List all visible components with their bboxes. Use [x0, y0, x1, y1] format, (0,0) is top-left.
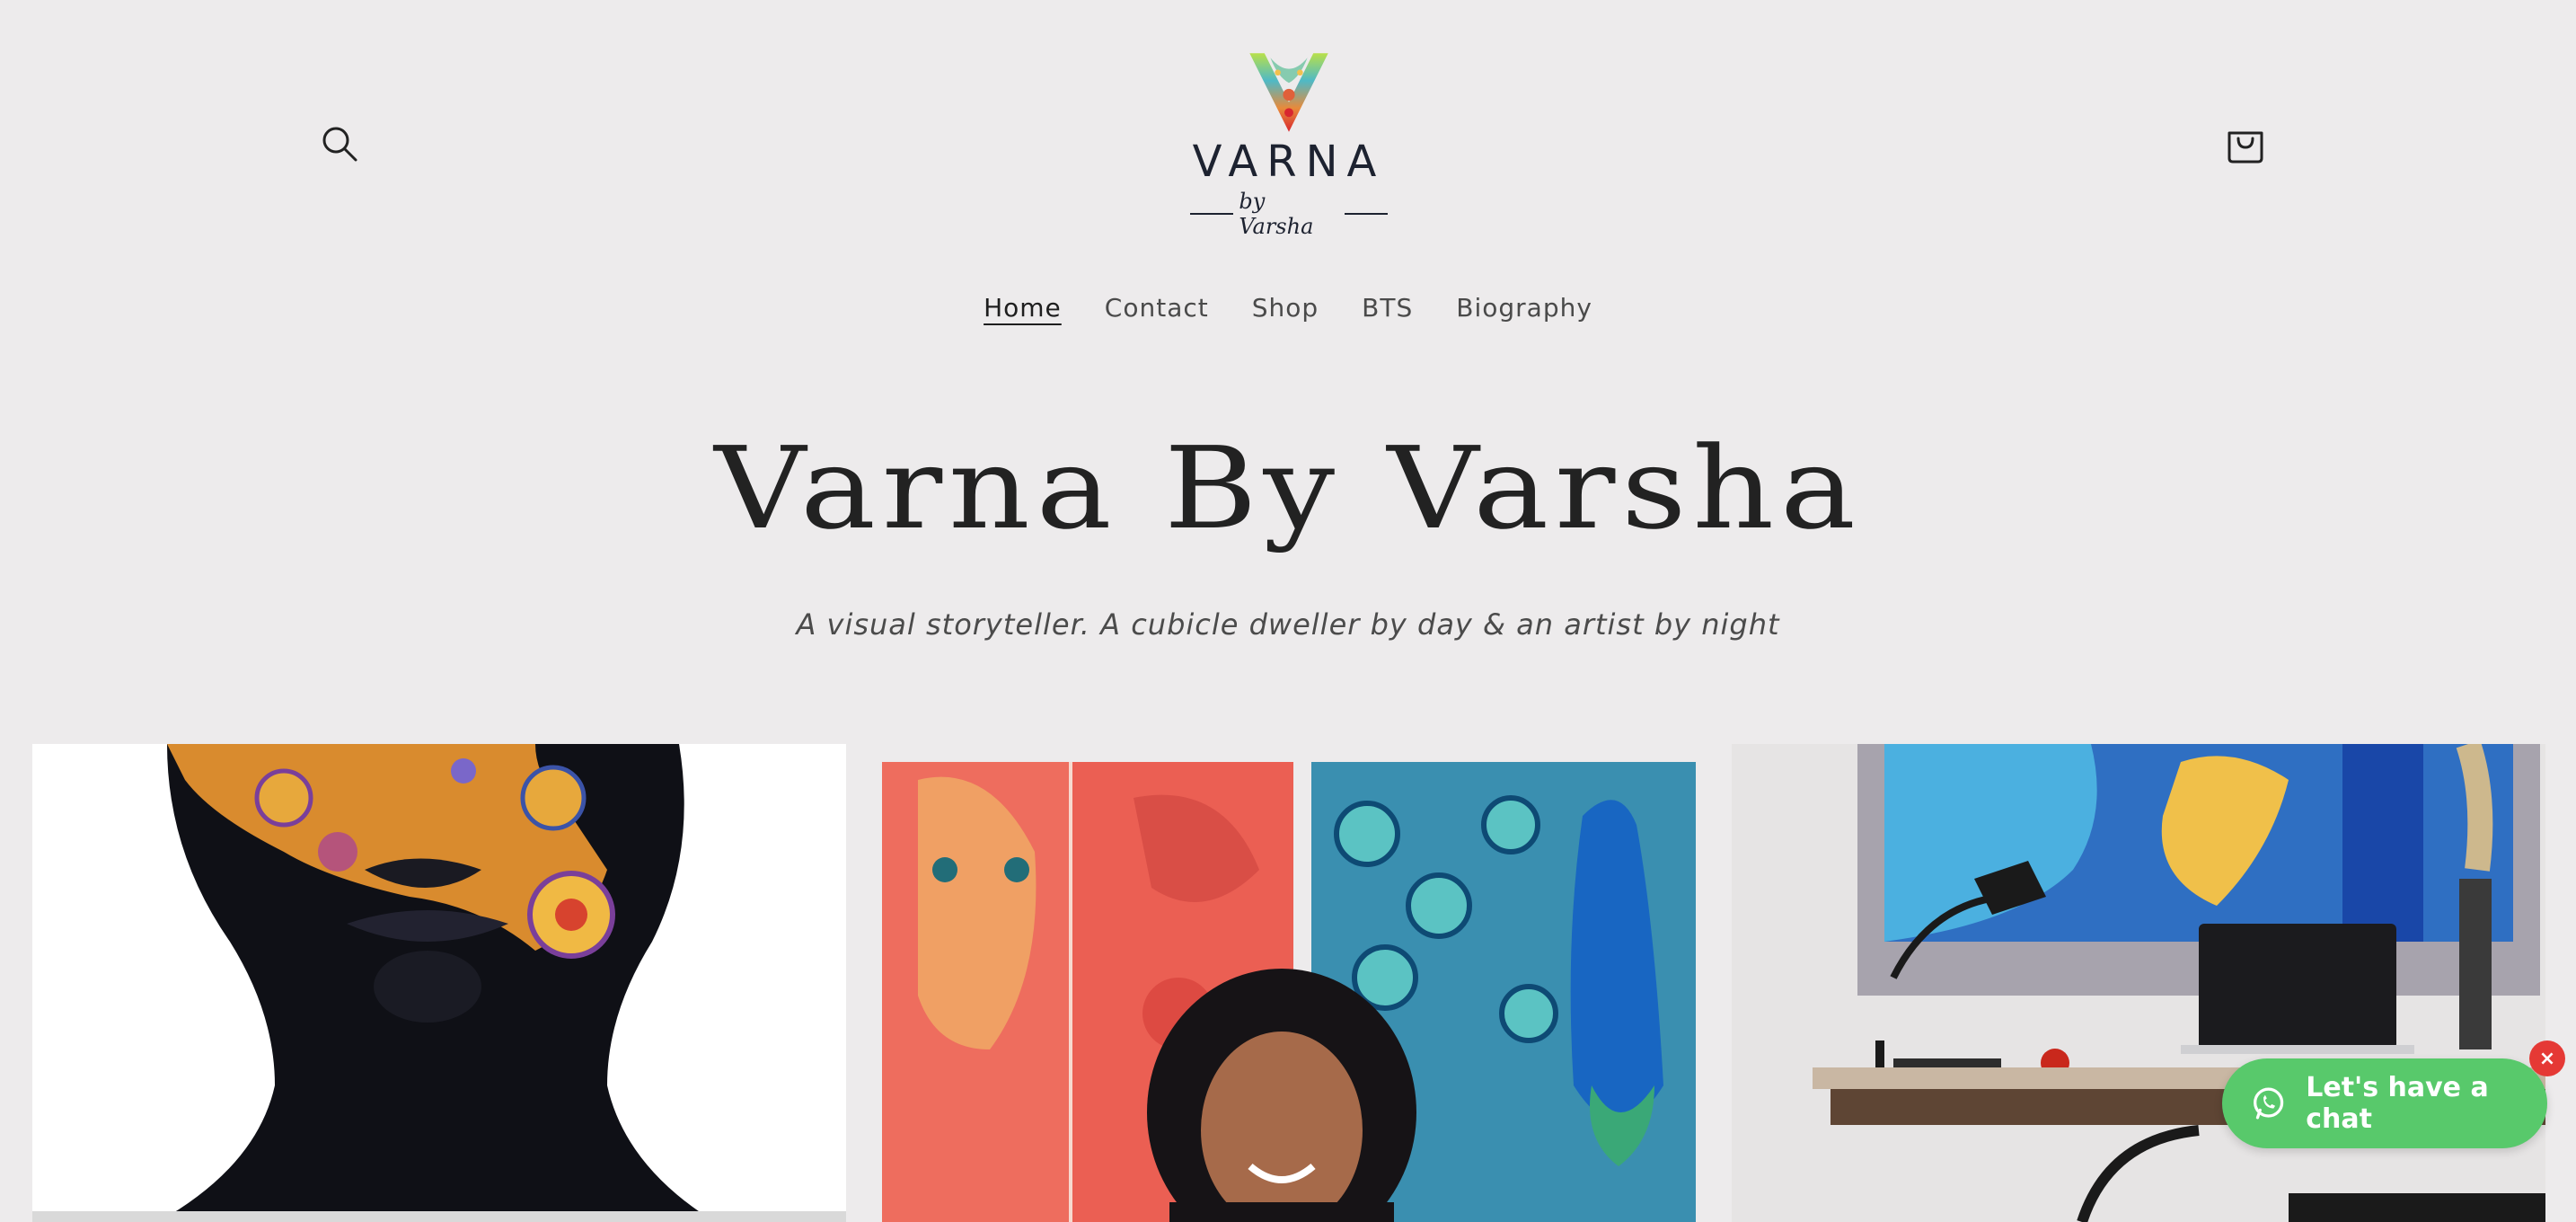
- nav-item-home[interactable]: Home: [984, 293, 1062, 323]
- search-icon: [322, 127, 357, 162]
- nav-item-biography[interactable]: Biography: [1456, 293, 1592, 323]
- chat-widget-label: Let's have a chat: [2306, 1072, 2489, 1135]
- site-header: VARNA by Varsha Home Contact Shop BTS Bi…: [0, 0, 2576, 377]
- nav-item-contact[interactable]: Contact: [1105, 293, 1209, 323]
- hero-subtitle: A visual storyteller. A cubicle dweller …: [796, 607, 1780, 642]
- logo-wordmark: VARNA: [1192, 137, 1386, 187]
- cart-icon: [2228, 131, 2263, 164]
- gallery-item-workspace[interactable]: [1732, 744, 2545, 1222]
- hero-title: Varna By Varsha: [714, 422, 1862, 554]
- gallery: [0, 744, 2576, 1222]
- nav-item-shop[interactable]: Shop: [1252, 293, 1319, 323]
- logo-tagline: by Varsha: [1190, 189, 1389, 239]
- whatsapp-icon: [2254, 1087, 2284, 1120]
- artwork-workspace-image: [1732, 744, 2545, 1222]
- gallery-item-portrait[interactable]: [32, 744, 846, 1222]
- cart-button[interactable]: [2222, 119, 2269, 169]
- chat-widget-button[interactable]: Let's have a chat: [2222, 1058, 2547, 1148]
- gallery-item-artist[interactable]: [882, 744, 1696, 1222]
- search-button[interactable]: [316, 120, 363, 167]
- nav-item-bts[interactable]: BTS: [1362, 293, 1413, 323]
- logo-tagline-text: by Varsha: [1239, 189, 1314, 239]
- site-logo[interactable]: VARNA by Varsha: [1190, 50, 1389, 239]
- artist-with-paintings-image: [882, 744, 1696, 1222]
- logo-emblem: [1249, 53, 1328, 132]
- main-nav: Home Contact Shop BTS Biography: [0, 293, 2576, 323]
- portrait-painting-image: [32, 744, 846, 1222]
- chat-widget-close-button[interactable]: ×: [2529, 1040, 2565, 1076]
